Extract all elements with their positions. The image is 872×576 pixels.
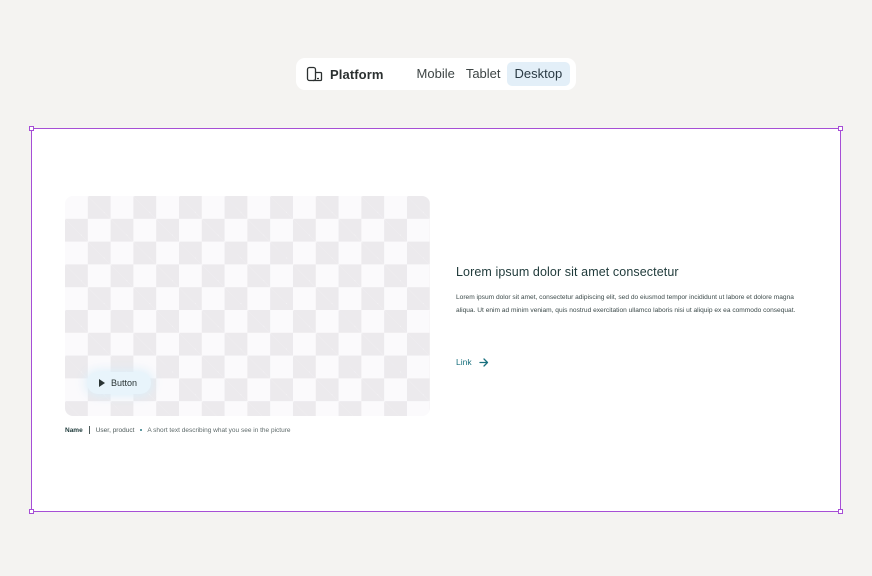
platform-switcher: Platform Mobile Tablet Desktop: [296, 58, 576, 90]
caption-bullet: [140, 429, 143, 431]
link-label: Link: [456, 357, 472, 367]
resize-handle-top-right[interactable]: [838, 126, 843, 131]
platform-tabs: Mobile Tablet Desktop: [412, 62, 571, 86]
caption-name: Name: [65, 426, 83, 434]
media-caption: Name User, product A short text describi…: [65, 426, 290, 434]
play-button[interactable]: Button: [87, 372, 152, 394]
resize-handle-top-left[interactable]: [29, 126, 34, 131]
play-icon: [99, 379, 105, 387]
play-button-label: Button: [111, 378, 138, 388]
tab-tablet[interactable]: Tablet: [461, 62, 506, 86]
platform-label: Platform: [330, 66, 384, 82]
content-body: Lorem ipsum dolor sit amet, consectetur …: [456, 294, 796, 314]
caption-divider: [88, 426, 90, 434]
resize-handle-bottom-left[interactable]: [29, 509, 34, 514]
media-placeholder: Button: [65, 196, 430, 416]
canvas: Platform Mobile Tablet Desktop Button Na…: [0, 0, 872, 576]
text-block: Lorem ipsum dolor sit amet consectetur L…: [456, 265, 812, 367]
caption-meta: User, product: [95, 426, 135, 434]
tab-desktop[interactable]: Desktop: [506, 62, 571, 86]
arrow-right-icon: [478, 357, 489, 367]
device-icon: [305, 65, 323, 83]
caption-description: A short text describing what you see in …: [147, 426, 291, 434]
content-heading: Lorem ipsum dolor sit amet consectetur: [456, 265, 679, 279]
content-link[interactable]: Link: [456, 357, 489, 367]
resize-handle-bottom-right[interactable]: [838, 509, 843, 514]
selected-frame[interactable]: Button Name User, product A short text d…: [29, 126, 843, 514]
tab-mobile[interactable]: Mobile: [412, 62, 460, 86]
